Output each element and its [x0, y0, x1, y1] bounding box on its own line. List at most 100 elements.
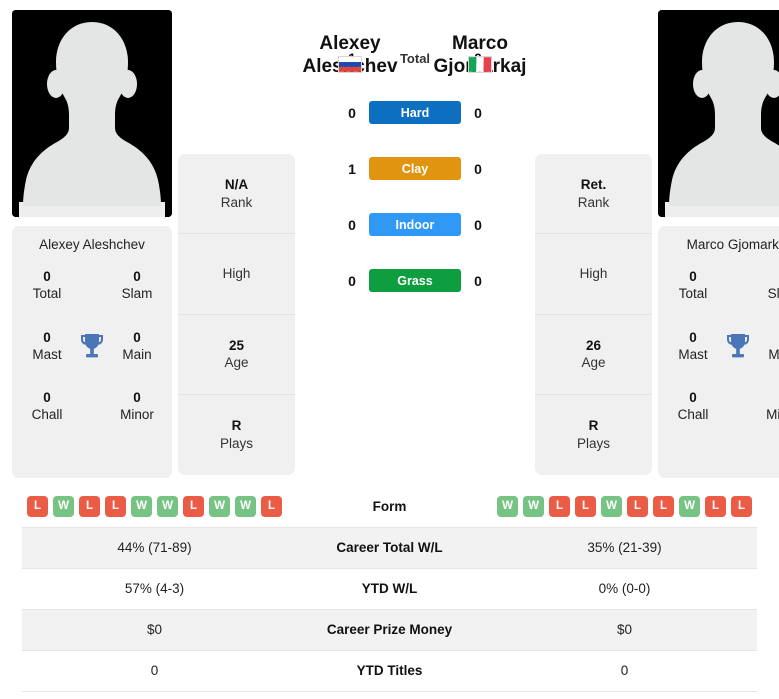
- left-titles-slam: 0 Slam: [110, 268, 164, 303]
- left-career-prize: $0: [146, 622, 163, 637]
- left-titles-main: 0 Main: [110, 329, 164, 364]
- left-plays-value: R: [231, 418, 242, 434]
- left-titles-mast-value: 0: [43, 329, 51, 345]
- right-player-name-label: Marco Gjomarkaj: [686, 237, 779, 252]
- head-to-head-column: Alexey Aleshchev Marco Gjomarkaj 1 Total…: [301, 10, 529, 478]
- left-titles-minor: 0 Minor: [110, 389, 164, 424]
- right-h2h-clay: 0: [474, 160, 482, 177]
- form-badge: L: [575, 495, 596, 517]
- left-titles-total-label: Total: [32, 286, 62, 302]
- right-titles-slam-value: 0: [756, 268, 779, 285]
- right-titles-main-value: 0: [756, 329, 779, 346]
- form-badge: L: [627, 495, 648, 517]
- left-h2h-grass: 0: [348, 272, 356, 289]
- right-titles-slam-label: Slam: [767, 286, 779, 302]
- left-form-cell: LWLLWWLWWL: [22, 486, 287, 527]
- left-career-wl: 44% (71-89): [117, 540, 192, 555]
- left-titles-slam-value: 0: [133, 269, 141, 284]
- right-career-wl: 35% (21-39): [587, 540, 662, 555]
- left-player-avatar: [12, 10, 172, 217]
- right-form-badges: WWLLWLLWLL: [492, 495, 757, 517]
- form-badge: L: [261, 495, 282, 517]
- surface-badge-indoor: Indoor: [369, 213, 461, 236]
- left-titles-chall-label: Chall: [31, 407, 63, 423]
- avatar-silhouette-icon: [12, 10, 172, 217]
- right-ytd-titles: 0: [620, 663, 629, 678]
- form-badge: L: [731, 495, 752, 517]
- right-h2h-grass: 0: [474, 272, 482, 289]
- right-titles-chall-value: 0: [689, 390, 697, 406]
- left-titles-chall: 0 Chall: [20, 389, 74, 424]
- right-age-label: Age: [581, 355, 606, 371]
- left-age-value: 25: [228, 337, 245, 353]
- left-titles-slam-label: Slam: [121, 286, 153, 302]
- trophy-icon-svg: [727, 333, 749, 358]
- form-badge: W: [679, 495, 700, 517]
- right-flag-wrap: [415, 56, 545, 73]
- right-form-cell: WWLLWLLWLL: [492, 486, 757, 527]
- h2h-grass-row: 0 Grass 0: [335, 269, 495, 292]
- left-form-badges: LWLLWWLWWL: [22, 495, 287, 517]
- form-badge: W: [497, 495, 518, 517]
- form-badge: L: [549, 495, 570, 517]
- table-row-ytd-titles: 0 YTD Titles 0: [22, 650, 757, 691]
- left-age-label: Age: [224, 355, 249, 371]
- comparison-header: Alexey Aleshchev 0 Total 0 Slam 0 Mast 0…: [0, 0, 779, 478]
- italy-flag-icon: [468, 56, 492, 73]
- right-high-label: High: [579, 266, 608, 282]
- left-titles-total-value: 0: [43, 269, 51, 284]
- table-row-career-total-wl: 44% (71-89) Career Total W/L 35% (21-39): [22, 527, 757, 568]
- form-badge: L: [79, 495, 100, 517]
- surface-badge-hard: Hard: [369, 101, 461, 124]
- right-plays-value: R: [588, 418, 599, 434]
- right-rank-value: Ret.: [580, 177, 607, 193]
- form-badge: L: [653, 495, 674, 517]
- trophy-icon: [74, 332, 110, 360]
- form-badge: W: [157, 495, 178, 517]
- left-age-cell: 25 Age: [178, 315, 295, 395]
- form-badge: W: [601, 495, 622, 517]
- left-titles-card: Alexey Aleshchev 0 Total 0 Slam 0 Mast 0…: [12, 226, 172, 478]
- right-plays-label: Plays: [576, 435, 610, 451]
- left-ytd-titles: 0: [150, 663, 159, 678]
- right-h2h-indoor: 0: [474, 216, 482, 233]
- right-titles-main-label: Main: [768, 346, 779, 362]
- right-titles-mast-label: Mast: [678, 346, 708, 362]
- left-flag-wrap: [285, 56, 415, 73]
- right-h2h-hard: 0: [474, 104, 482, 121]
- left-h2h-clay: 1: [348, 160, 356, 177]
- form-badge: L: [705, 495, 726, 517]
- left-titles-grid: 0 Total 0 Slam 0 Mast 0 Main 0 Chall 0 M…: [20, 268, 164, 424]
- table-row-form: LWLLWWLWWL Form WWLLWLLWLL: [22, 486, 757, 527]
- left-rank-value: N/A: [224, 177, 249, 193]
- table-row-ytd-wl: 57% (4-3) YTD W/L 0% (0-0): [22, 568, 757, 609]
- row-label-ytd-titles: YTD Titles: [356, 663, 423, 678]
- table-row-career-prize-money: $0 Career Prize Money $0: [22, 609, 757, 650]
- row-label-form: Form: [372, 498, 407, 514]
- right-titles-minor-value: 0: [756, 389, 779, 406]
- left-player-name-label: Alexey Aleshchev: [39, 237, 145, 252]
- right-titles-card: Marco Gjomarkaj 0 Total 0 Slam 0 Mast: [658, 226, 779, 478]
- right-titles-chall: 0 Chall: [666, 389, 720, 424]
- right-rank-cell: Ret. Rank: [535, 154, 652, 235]
- form-badge: W: [235, 495, 256, 517]
- left-plays-label: Plays: [219, 435, 253, 451]
- right-titles-main: 0 Main: [756, 329, 779, 364]
- surface-badge-clay: Clay: [369, 157, 461, 180]
- right-player-avatar: [658, 10, 779, 217]
- player-comparison-page: Alexey Aleshchev 0 Total 0 Slam 0 Mast 0…: [0, 0, 779, 699]
- left-high-cell: High: [178, 234, 295, 315]
- left-titles-main-value: 0: [133, 329, 141, 345]
- row-label-career-prize-money: Career Prize Money: [326, 622, 453, 637]
- left-ytd-wl: 57% (4-3): [124, 581, 185, 596]
- right-titles-chall-label: Chall: [677, 407, 709, 423]
- row-label-ytd-wl: YTD W/L: [361, 581, 418, 596]
- right-titles-total-label: Total: [678, 286, 708, 302]
- left-player-column: Alexey Aleshchev 0 Total 0 Slam 0 Mast 0…: [12, 10, 172, 478]
- right-rank-label: Rank: [577, 194, 610, 210]
- left-titles-main-label: Main: [122, 346, 152, 362]
- h2h-hard-row: 0 Hard 0: [335, 101, 495, 124]
- right-titles-slam: 0 Slam: [756, 268, 779, 303]
- left-titles-chall-value: 0: [43, 390, 51, 406]
- right-ytd-wl: 0% (0-0): [598, 581, 651, 596]
